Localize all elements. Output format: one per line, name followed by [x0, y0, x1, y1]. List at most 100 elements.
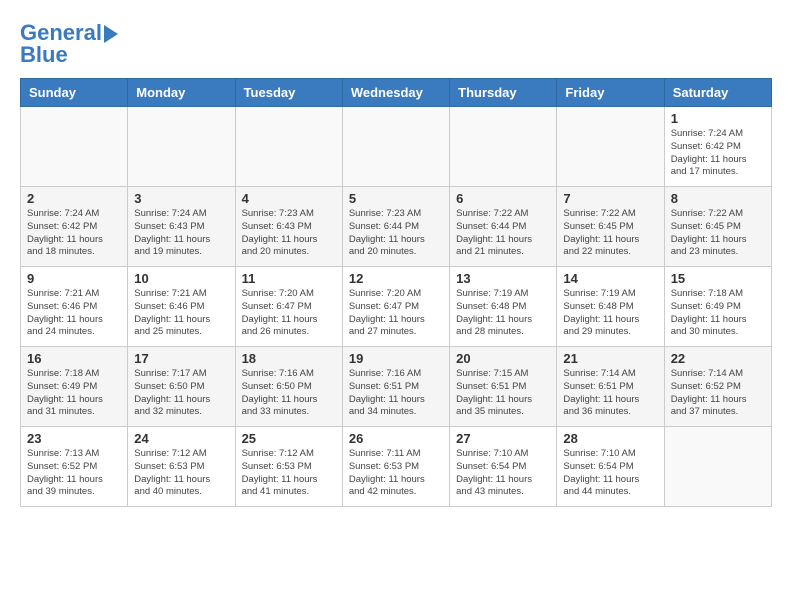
weekday-header-monday: Monday [128, 79, 235, 107]
day-number: 17 [134, 351, 228, 366]
calendar-cell [664, 427, 771, 507]
calendar-cell: 14 Sunrise: 7:19 AM Sunset: 6:48 PM Dayli… [557, 267, 664, 347]
calendar-cell: 4 Sunrise: 7:23 AM Sunset: 6:43 PM Daylig… [235, 187, 342, 267]
page-header: General Blue [20, 20, 772, 68]
calendar-cell: 28 Sunrise: 7:10 AM Sunset: 6:54 PM Dayli… [557, 427, 664, 507]
day-number: 9 [27, 271, 121, 286]
day-number: 1 [671, 111, 765, 126]
day-number: 16 [27, 351, 121, 366]
day-info: Sunrise: 7:10 AM Sunset: 6:54 PM Dayligh… [456, 448, 550, 499]
calendar-cell: 17Sunrise: 7:17 AM Sunset: 6:50 PM Dayli… [128, 347, 235, 427]
calendar-week-4: 16 Sunrise: 7:18 AM Sunset: 6:49 PM Dayli… [21, 347, 772, 427]
logo: General Blue [20, 20, 118, 68]
day-info: Sunrise: 7:22 AM Sunset: 6:45 PM Dayligh… [671, 208, 765, 259]
day-number: 5 [349, 191, 443, 206]
day-number: 22 [671, 351, 765, 366]
day-number: 23 [27, 431, 121, 446]
weekday-header-friday: Friday [557, 79, 664, 107]
day-info: Sunrise: 7:24 AM Sunset: 6:42 PM Dayligh… [27, 208, 121, 259]
day-number: 11 [242, 271, 336, 286]
calendar-cell: 8 Sunrise: 7:22 AM Sunset: 6:45 PM Daylig… [664, 187, 771, 267]
calendar-cell: 2 Sunrise: 7:24 AM Sunset: 6:42 PM Daylig… [21, 187, 128, 267]
calendar-cell: 1 Sunrise: 7:24 AM Sunset: 6:42 PM Daylig… [664, 107, 771, 187]
day-info: Sunrise: 7:21 AM Sunset: 6:46 PM Dayligh… [134, 288, 228, 339]
calendar-cell: 7 Sunrise: 7:22 AM Sunset: 6:45 PM Daylig… [557, 187, 664, 267]
calendar-cell: 11Sunrise: 7:20 AM Sunset: 6:47 PM Dayli… [235, 267, 342, 347]
day-info: Sunrise: 7:23 AM Sunset: 6:44 PM Dayligh… [349, 208, 443, 259]
day-info: Sunrise: 7:12 AM Sunset: 6:53 PM Dayligh… [242, 448, 336, 499]
calendar-cell [342, 107, 449, 187]
calendar-cell [128, 107, 235, 187]
day-number: 19 [349, 351, 443, 366]
day-number: 3 [134, 191, 228, 206]
day-number: 13 [456, 271, 550, 286]
weekday-header-row: SundayMondayTuesdayWednesdayThursdayFrid… [21, 79, 772, 107]
calendar-cell [450, 107, 557, 187]
day-number: 10 [134, 271, 228, 286]
day-info: Sunrise: 7:22 AM Sunset: 6:45 PM Dayligh… [563, 208, 657, 259]
day-number: 21 [563, 351, 657, 366]
day-number: 27 [456, 431, 550, 446]
calendar-cell [235, 107, 342, 187]
day-number: 8 [671, 191, 765, 206]
calendar-cell: 18 Sunrise: 7:16 AM Sunset: 6:50 PM Dayli… [235, 347, 342, 427]
day-info: Sunrise: 7:22 AM Sunset: 6:44 PM Dayligh… [456, 208, 550, 259]
day-number: 7 [563, 191, 657, 206]
calendar-week-5: 23 Sunrise: 7:13 AM Sunset: 6:52 PM Dayli… [21, 427, 772, 507]
day-info: Sunrise: 7:18 AM Sunset: 6:49 PM Dayligh… [671, 288, 765, 339]
calendar-week-3: 9 Sunrise: 7:21 AM Sunset: 6:46 PM Daylig… [21, 267, 772, 347]
day-number: 14 [563, 271, 657, 286]
day-info: Sunrise: 7:20 AM Sunset: 6:47 PM Dayligh… [349, 288, 443, 339]
calendar-cell [557, 107, 664, 187]
day-number: 2 [27, 191, 121, 206]
day-info: Sunrise: 7:16 AM Sunset: 6:51 PM Dayligh… [349, 368, 443, 419]
weekday-header-sunday: Sunday [21, 79, 128, 107]
day-info: Sunrise: 7:18 AM Sunset: 6:49 PM Dayligh… [27, 368, 121, 419]
calendar-cell: 6 Sunrise: 7:22 AM Sunset: 6:44 PM Daylig… [450, 187, 557, 267]
calendar-cell: 22 Sunrise: 7:14 AM Sunset: 6:52 PM Dayli… [664, 347, 771, 427]
day-info: Sunrise: 7:24 AM Sunset: 6:43 PM Dayligh… [134, 208, 228, 259]
day-info: Sunrise: 7:16 AM Sunset: 6:50 PM Dayligh… [242, 368, 336, 419]
day-number: 6 [456, 191, 550, 206]
calendar-week-2: 2 Sunrise: 7:24 AM Sunset: 6:42 PM Daylig… [21, 187, 772, 267]
calendar-cell: 3 Sunrise: 7:24 AM Sunset: 6:43 PM Daylig… [128, 187, 235, 267]
day-info: Sunrise: 7:23 AM Sunset: 6:43 PM Dayligh… [242, 208, 336, 259]
day-info: Sunrise: 7:14 AM Sunset: 6:52 PM Dayligh… [671, 368, 765, 419]
day-number: 18 [242, 351, 336, 366]
calendar-cell: 21 Sunrise: 7:14 AM Sunset: 6:51 PM Dayli… [557, 347, 664, 427]
calendar-cell: 9 Sunrise: 7:21 AM Sunset: 6:46 PM Daylig… [21, 267, 128, 347]
calendar-cell: 19 Sunrise: 7:16 AM Sunset: 6:51 PM Dayli… [342, 347, 449, 427]
day-number: 28 [563, 431, 657, 446]
calendar-week-1: 1 Sunrise: 7:24 AM Sunset: 6:42 PM Daylig… [21, 107, 772, 187]
calendar-cell: 20Sunrise: 7:15 AM Sunset: 6:51 PM Dayli… [450, 347, 557, 427]
day-number: 24 [134, 431, 228, 446]
calendar-cell: 16 Sunrise: 7:18 AM Sunset: 6:49 PM Dayli… [21, 347, 128, 427]
weekday-header-tuesday: Tuesday [235, 79, 342, 107]
calendar-cell [21, 107, 128, 187]
calendar-table: SundayMondayTuesdayWednesdayThursdayFrid… [20, 78, 772, 507]
day-info: Sunrise: 7:10 AM Sunset: 6:54 PM Dayligh… [563, 448, 657, 499]
calendar-cell: 12 Sunrise: 7:20 AM Sunset: 6:47 PM Dayli… [342, 267, 449, 347]
day-info: Sunrise: 7:13 AM Sunset: 6:52 PM Dayligh… [27, 448, 121, 499]
day-info: Sunrise: 7:12 AM Sunset: 6:53 PM Dayligh… [134, 448, 228, 499]
day-info: Sunrise: 7:14 AM Sunset: 6:51 PM Dayligh… [563, 368, 657, 419]
day-number: 12 [349, 271, 443, 286]
calendar-cell: 13 Sunrise: 7:19 AM Sunset: 6:48 PM Dayli… [450, 267, 557, 347]
day-number: 4 [242, 191, 336, 206]
calendar-cell: 27 Sunrise: 7:10 AM Sunset: 6:54 PM Dayli… [450, 427, 557, 507]
calendar-cell: 26Sunrise: 7:11 AM Sunset: 6:53 PM Dayli… [342, 427, 449, 507]
calendar-cell: 15Sunrise: 7:18 AM Sunset: 6:49 PM Dayli… [664, 267, 771, 347]
day-number: 26 [349, 431, 443, 446]
weekday-header-wednesday: Wednesday [342, 79, 449, 107]
day-number: 25 [242, 431, 336, 446]
calendar-cell: 10 Sunrise: 7:21 AM Sunset: 6:46 PM Dayli… [128, 267, 235, 347]
day-info: Sunrise: 7:19 AM Sunset: 6:48 PM Dayligh… [563, 288, 657, 339]
day-info: Sunrise: 7:19 AM Sunset: 6:48 PM Dayligh… [456, 288, 550, 339]
calendar-cell: 25 Sunrise: 7:12 AM Sunset: 6:53 PM Dayli… [235, 427, 342, 507]
weekday-header-thursday: Thursday [450, 79, 557, 107]
calendar-cell: 24 Sunrise: 7:12 AM Sunset: 6:53 PM Dayli… [128, 427, 235, 507]
logo-arrow-icon [104, 25, 118, 43]
day-info: Sunrise: 7:21 AM Sunset: 6:46 PM Dayligh… [27, 288, 121, 339]
day-info: Sunrise: 7:24 AM Sunset: 6:42 PM Dayligh… [671, 128, 765, 179]
calendar-cell: 5 Sunrise: 7:23 AM Sunset: 6:44 PM Daylig… [342, 187, 449, 267]
